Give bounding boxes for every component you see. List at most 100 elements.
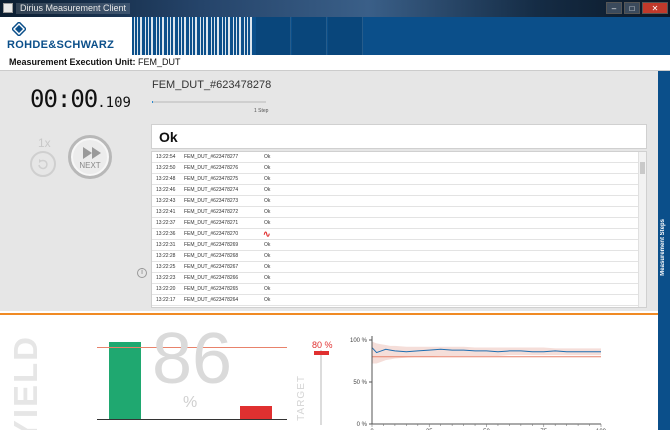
result-status: Ok: [264, 275, 271, 281]
result-dut: FEM_DUT_#623478264: [184, 297, 239, 303]
result-row[interactable]: 13:22:41 FEM_DUT_#623478272 Ok: [152, 208, 638, 218]
step-progress-bar: [152, 101, 266, 103]
result-row[interactable]: 13:22:25 FEM_DUT_#623478267 Ok: [152, 263, 638, 273]
execution-unit-label: Measurement Execution Unit: FEM_DUT: [9, 57, 181, 67]
result-time: 13:22:17: [156, 297, 176, 303]
target-slider-handle[interactable]: [314, 351, 329, 355]
target-value: 80 %: [312, 340, 333, 350]
result-row[interactable]: 13:22:54 FEM_DUT_#623478277 Ok: [152, 153, 638, 163]
fail-yield-bar: [240, 406, 272, 419]
yield-bar-baseline: [97, 419, 287, 420]
result-status: Ok: [264, 209, 271, 215]
result-dut: FEM_DUT_#623478270: [184, 231, 239, 237]
result-time: 13:22:28: [156, 253, 176, 259]
result-time: 13:22:54: [156, 154, 176, 160]
header-band: [292, 17, 327, 55]
result-time: 13:22:46: [156, 187, 176, 193]
result-time: 13:22:23: [156, 275, 176, 281]
yield-panel: YIELD 86 % TARGET 80 % 0 %50 %100 %02550…: [0, 315, 658, 430]
result-dut: FEM_DUT_#623478276: [184, 165, 239, 171]
result-time: 13:22:41: [156, 209, 176, 215]
window-title: Dirius Measurement Client: [16, 3, 131, 14]
y-tick-label: 100 %: [350, 338, 368, 344]
result-dut: FEM_DUT_#623478267: [184, 264, 239, 270]
rohde-schwarz-emblem-icon: [12, 22, 26, 36]
result-dut: FEM_DUT_#623478269: [184, 242, 239, 248]
result-time: 13:22:36: [156, 231, 176, 237]
result-dut: FEM_DUT_#623478272: [184, 209, 239, 215]
fast-forward-icon: [83, 147, 101, 159]
result-time: 13:22:25: [156, 264, 176, 270]
yield-trend-chart: 0 %50 %100 %0255075100: [350, 336, 607, 430]
confidence-band: [372, 341, 601, 364]
result-status: Ok: [264, 187, 271, 193]
timer-ms: .109: [97, 95, 131, 111]
result-row[interactable]: 13:22:46 FEM_DUT_#623478274 Ok: [152, 186, 638, 196]
run-count: 1x: [38, 136, 51, 150]
result-dut: FEM_DUT_#623478266: [184, 275, 239, 281]
target-slider-track[interactable]: [320, 350, 322, 425]
info-icon[interactable]: i: [137, 268, 147, 278]
result-time: 13:22:31: [156, 242, 176, 248]
result-row[interactable]: 13:22:20 FEM_DUT_#623478265 Ok: [152, 285, 638, 295]
header-band: [328, 17, 363, 55]
results-list[interactable]: 13:22:54 FEM_DUT_#623478277 Ok 13:22:50 FEM_…: [151, 151, 647, 308]
result-row[interactable]: 13:22:37 FEM_DUT_#623478271 Ok: [152, 219, 638, 229]
yield-unit: %: [183, 394, 198, 411]
result-status: Ok: [264, 154, 271, 160]
status-display: Ok: [151, 124, 647, 149]
target-heading: TARGET: [296, 375, 307, 421]
result-row[interactable]: 13:22:31 FEM_DUT_#623478269 Ok: [152, 241, 638, 251]
repeat-icon: [38, 159, 48, 170]
result-status: Ok: [264, 297, 271, 303]
result-row[interactable]: 13:22:50 FEM_DUT_#623478276 Ok: [152, 164, 638, 174]
measurement-steps-tab[interactable]: Measurement Steps: [658, 71, 670, 430]
app-icon: [3, 3, 13, 13]
minimize-button[interactable]: –: [606, 2, 622, 14]
result-dut: FEM_DUT_#623478274: [184, 187, 239, 193]
brand-name: ROHDE&SCHWARZ: [7, 39, 115, 51]
result-row[interactable]: 13:22:23 FEM_DUT_#623478266 Ok: [152, 274, 638, 284]
result-dut: FEM_DUT_#623478271: [184, 220, 239, 226]
result-row[interactable]: 13:22:48 FEM_DUT_#623478275 Ok: [152, 175, 638, 185]
step-count-label: 1 Step: [254, 108, 269, 114]
maximize-button[interactable]: □: [624, 2, 640, 14]
result-time: 13:22:20: [156, 286, 176, 292]
execution-panel: 00:00.109 1x NEXT FEM_DUT_#623478278 1 S…: [0, 71, 658, 311]
result-fail-icon: ∿: [263, 229, 271, 239]
results-scrollbar[interactable]: [638, 152, 646, 307]
measurement-steps-tab-label: Measurement Steps: [660, 219, 666, 276]
result-time: 13:22:48: [156, 176, 176, 182]
result-row[interactable]: 13:22:36 FEM_DUT_#623478270 ∿: [152, 230, 638, 240]
current-dut-title: FEM_DUT_#623478278: [152, 79, 272, 91]
yield-heading-box: YIELD: [4, 335, 74, 430]
next-button-label: NEXT: [79, 161, 101, 170]
result-dut: FEM_DUT_#623478268: [184, 253, 239, 259]
scrollbar-thumb[interactable]: [640, 162, 645, 174]
result-row[interactable]: 13:22:43 FEM_DUT_#623478273 Ok: [152, 197, 638, 207]
brand-logo: ROHDE&SCHWARZ: [0, 17, 132, 55]
pass-yield-bar: [109, 341, 141, 419]
close-button[interactable]: ✕: [642, 2, 668, 14]
yield-value: 86: [152, 319, 233, 399]
result-status: Ok: [264, 198, 271, 204]
step-progress-fill: [152, 101, 153, 103]
header-band: [256, 17, 291, 55]
result-row[interactable]: 13:22:28 FEM_DUT_#623478268 Ok: [152, 252, 638, 262]
result-dut: FEM_DUT_#623478273: [184, 198, 239, 204]
status-text: Ok: [159, 129, 178, 145]
result-status: Ok: [264, 253, 271, 259]
timer-main: 00:00: [30, 85, 98, 113]
result-status: Ok: [264, 242, 271, 248]
result-status: Ok: [264, 176, 271, 182]
result-row[interactable]: 13:22:17 FEM_DUT_#623478264 Ok: [152, 296, 638, 306]
y-tick-label: 0 %: [357, 422, 368, 428]
result-dut: FEM_DUT_#623478265: [184, 286, 239, 292]
next-button[interactable]: NEXT: [68, 135, 112, 179]
window-title-bar: Dirius Measurement Client – □ ✕: [0, 0, 670, 17]
result-dut: FEM_DUT_#623478275: [184, 176, 239, 182]
result-status: Ok: [264, 165, 271, 171]
result-status: Ok: [264, 220, 271, 226]
repeat-button[interactable]: [30, 151, 56, 177]
header-barcode-graphic: [134, 17, 254, 55]
